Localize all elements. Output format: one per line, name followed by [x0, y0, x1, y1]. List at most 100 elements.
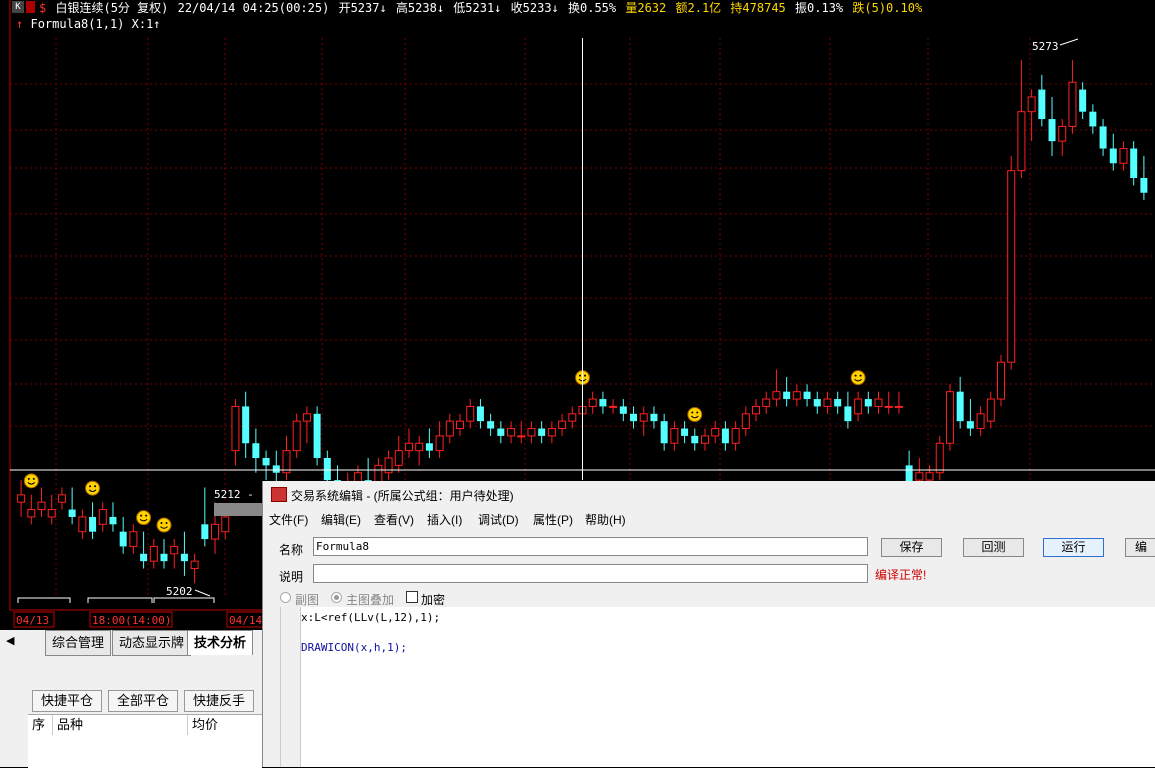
candle-body: [149, 545, 158, 562]
candle-body: [201, 524, 209, 540]
run-button[interactable]: 运行: [1043, 538, 1104, 557]
candle-body: [752, 405, 761, 415]
dropdown-icon[interactable]: [26, 1, 35, 13]
candle-body: [996, 361, 1005, 400]
quick-close-button[interactable]: 快捷平仓: [32, 690, 102, 712]
candle-body: [17, 494, 26, 503]
backtest-button[interactable]: 回测: [963, 538, 1024, 557]
high-price-pointer: [1059, 38, 1079, 46]
candle-body: [1048, 119, 1056, 142]
candle-body: [160, 553, 168, 562]
close-price: 收5233↓: [510, 1, 559, 15]
candle-body: [394, 450, 403, 466]
smiley-eye: [859, 374, 862, 377]
candle-body: [435, 435, 444, 452]
candle-body: [1007, 170, 1016, 363]
description-field[interactable]: [313, 564, 868, 583]
quick-reverse-button[interactable]: 快捷反手: [184, 690, 254, 712]
editor-app-icon: [271, 487, 287, 502]
candle-body: [721, 428, 729, 444]
candle-body: [568, 413, 577, 422]
tab-general[interactable]: 综合管理: [45, 630, 112, 656]
radio-subchart[interactable]: [280, 592, 291, 603]
candle-body: [670, 428, 679, 444]
smiley-icon: [85, 480, 101, 496]
candle-body: [415, 442, 424, 452]
candle-body: [37, 501, 46, 511]
candle-body: [792, 391, 801, 400]
candle-body: [425, 443, 433, 451]
candle-body: [711, 428, 720, 437]
candle-body: [966, 421, 974, 429]
tab-dynamic-board[interactable]: 动态显示牌: [112, 630, 192, 656]
code-line-3: DRAWICON(x,h,1);: [301, 641, 407, 654]
candle-body: [558, 420, 567, 430]
col-product[interactable]: 品种: [53, 715, 188, 735]
k-line-button[interactable]: K: [12, 1, 24, 13]
candle-body: [262, 458, 270, 466]
code-editor[interactable]: x:L<ref(LLv(L,12),1); DRAWICON(x,h,1);: [300, 607, 1155, 767]
smiley-eye: [696, 411, 699, 414]
candle-body: [140, 553, 148, 562]
candle-body: [588, 398, 597, 407]
amount: 额2.1亿: [675, 1, 722, 15]
encrypt-checkbox[interactable]: [406, 591, 418, 603]
candle-body: [445, 420, 454, 437]
candle-body: [538, 428, 546, 436]
candle-body: [660, 421, 668, 444]
candle-body: [691, 435, 699, 444]
menu-properties[interactable]: 属性(P): [533, 511, 573, 528]
scroll-left-icon[interactable]: ◀: [6, 634, 14, 647]
candle-body: [170, 545, 179, 555]
menu-file[interactable]: 文件(F): [269, 511, 308, 528]
open-price: 开5237↓: [338, 1, 387, 15]
candle-body: [762, 398, 771, 407]
smiley-eye: [27, 477, 30, 480]
time-label: 04/14: [229, 614, 262, 627]
smiley-eye: [145, 514, 148, 517]
smiley-eye: [89, 485, 92, 488]
session-bracket: [17, 597, 71, 603]
smiley-icon: [687, 407, 703, 423]
positions-table: 序 品种 均价: [28, 714, 262, 768]
menu-insert[interactable]: 插入(I): [427, 511, 462, 528]
candle-body: [650, 413, 658, 422]
candle-body: [78, 516, 87, 533]
menu-help[interactable]: 帮助(H): [585, 511, 626, 528]
encrypt-label: 加密: [421, 593, 446, 607]
candle-body: [1109, 148, 1117, 164]
cursor-price-box: [214, 503, 262, 516]
candle-body: [190, 560, 199, 570]
candle-body: [599, 399, 607, 407]
candle-body: [639, 413, 648, 422]
close-all-button[interactable]: 全部平仓: [108, 690, 178, 712]
tab-technical-analysis[interactable]: 技术分析: [187, 630, 254, 655]
col-avg-price[interactable]: 均价: [188, 715, 262, 735]
candle-body: [1068, 81, 1077, 127]
trade-panel: 快捷平仓 全部平仓 快捷反手 序 品种 均价: [0, 658, 262, 768]
candle-body: [404, 442, 413, 452]
session-bracket: [153, 597, 215, 603]
col-index[interactable]: 序: [28, 715, 53, 735]
candle-body: [935, 442, 944, 474]
candle-body: [211, 523, 220, 540]
candle-body: [507, 428, 516, 437]
menu-edit[interactable]: 编辑(E): [321, 511, 361, 528]
candle-body: [803, 391, 811, 400]
radio-main-overlay-label: 主图叠加: [346, 593, 395, 607]
radio-main-overlay[interactable]: [331, 592, 342, 603]
candle-body: [323, 458, 331, 481]
menu-debug[interactable]: 调试(D): [478, 511, 519, 528]
name-field[interactable]: Formula8: [313, 537, 868, 556]
candle-body: [221, 516, 230, 533]
candle-body: [180, 553, 188, 562]
candle-body: [527, 428, 536, 437]
candle-body: [1017, 111, 1026, 172]
high-price-label: 5273: [1032, 40, 1059, 53]
edit-button[interactable]: 编: [1125, 538, 1155, 557]
smiley-eye: [140, 514, 143, 517]
menu-view[interactable]: 查看(V): [374, 511, 414, 528]
amplitude: 振0.13%: [795, 1, 844, 15]
candle-body: [1079, 89, 1087, 112]
save-button[interactable]: 保存: [881, 538, 942, 557]
